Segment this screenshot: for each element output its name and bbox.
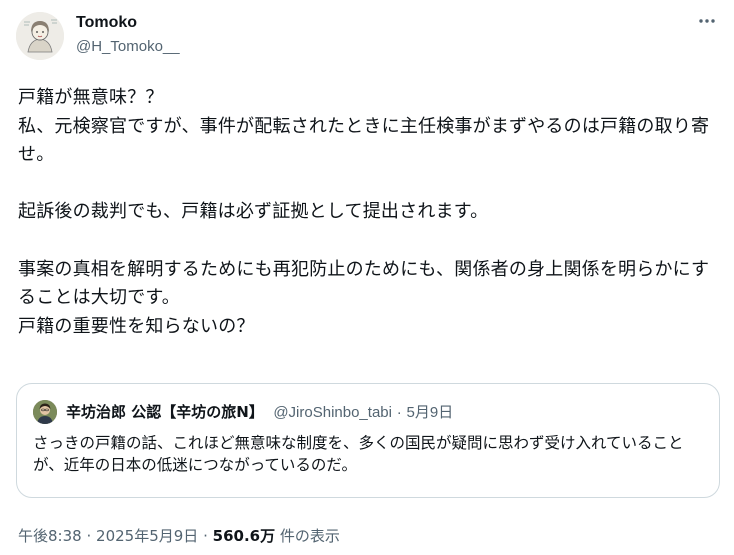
meta-separator: · bbox=[203, 527, 208, 545]
tweet-text: 戸籍が無意味？？ 私、元検察官ですが、事件が配転されたときに主任検事がまずやるの… bbox=[18, 87, 710, 337]
quoted-date[interactable]: 5月9日 bbox=[407, 404, 454, 421]
quoted-header: 辛坊治郎 公認【辛坊の旅N】 @JiroShinbo_tabi · 5月9日 bbox=[66, 402, 453, 423]
quoted-separator: · bbox=[396, 404, 402, 421]
more-horizontal-icon[interactable] bbox=[696, 10, 718, 32]
meta-separator: · bbox=[86, 527, 92, 545]
author-handle[interactable]: @H_Tomoko__ bbox=[76, 37, 180, 57]
quoted-author-avatar[interactable] bbox=[33, 400, 57, 424]
quoted-author-name[interactable]: 辛坊治郎 公認【辛坊の旅N】 bbox=[66, 403, 264, 421]
views-label: 件の表示 bbox=[279, 527, 340, 545]
quoted-tweet[interactable]: 辛坊治郎 公認【辛坊の旅N】 @JiroShinbo_tabi · 5月9日 さ… bbox=[16, 383, 720, 498]
quoted-tweet-text: さっきの戸籍の話、これほど無意味な制度を、多くの国民が疑問に思わず受け入れている… bbox=[33, 434, 684, 474]
tweet-meta: 午後8:38 · 2025年5月9日 · 560.6万 件の表示 bbox=[18, 525, 340, 547]
tweet-date[interactable]: 2025年5月9日 bbox=[96, 527, 198, 545]
quoted-author-handle[interactable]: @JiroShinbo_tabi bbox=[273, 404, 392, 421]
tweet-time[interactable]: 午後8:38 bbox=[18, 527, 82, 545]
author-name[interactable]: Tomoko bbox=[76, 12, 137, 34]
views-count[interactable]: 560.6万 bbox=[213, 527, 275, 545]
author-avatar[interactable] bbox=[16, 12, 64, 60]
